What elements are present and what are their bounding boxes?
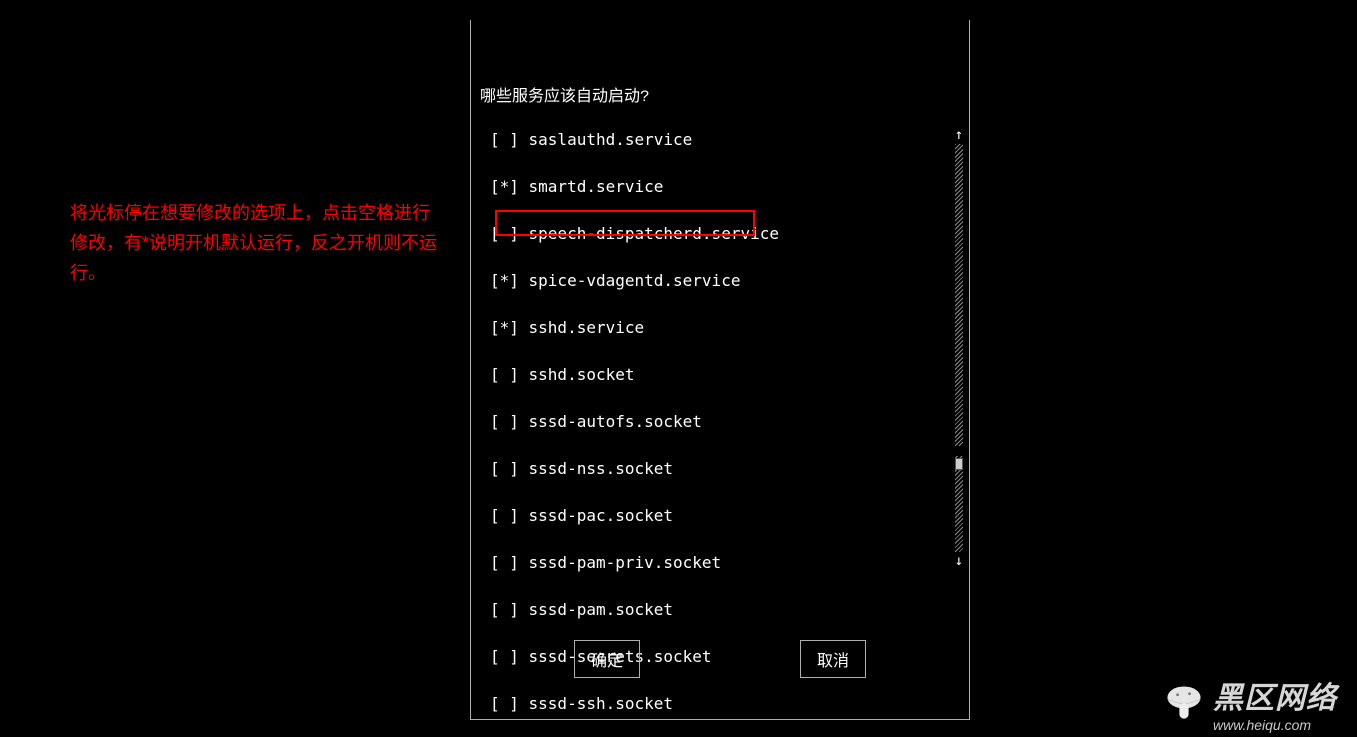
service-row[interactable]: [ ] sssd-pam-priv.socket (490, 551, 846, 575)
annotation-text: 将光标停在想要修改的选项上，点击空格进行修改，有*说明开机默认运行，反之开机则不… (70, 198, 440, 288)
service-row[interactable]: [ ] saslauthd.service (490, 128, 846, 152)
service-row[interactable]: [ ] speech-dispatcherd.service (490, 222, 846, 246)
service-row[interactable]: [*] sshd.service (490, 316, 846, 340)
service-row[interactable]: [ ] sssd-autofs.socket (490, 410, 846, 434)
ok-button[interactable]: 确定 (574, 640, 640, 678)
scrollbar[interactable]: ↑ ↓ (955, 128, 963, 568)
cancel-button[interactable]: 取消 (800, 640, 866, 678)
watermark-main: 黑区网络 (1213, 673, 1337, 717)
service-row[interactable]: [ ] sssd-pam.socket (490, 598, 846, 622)
scrollbar-thumb[interactable] (955, 458, 963, 470)
scroll-up-arrow[interactable]: ↑ (955, 128, 963, 142)
service-row[interactable]: [ ] sssd-ssh.socket (490, 692, 846, 716)
service-row[interactable]: [*] spice-vdagentd.service (490, 269, 846, 293)
watermark-sub: www.heiqu.com (1213, 717, 1337, 733)
service-row[interactable]: [ ] sshd.socket (490, 363, 846, 387)
service-row[interactable]: [*] smartd.service (490, 175, 846, 199)
scrollbar-track[interactable] (955, 144, 963, 552)
scroll-down-arrow[interactable]: ↓ (955, 554, 963, 568)
mushroom-icon (1161, 680, 1207, 726)
service-row[interactable]: [ ] sssd-nss.socket (490, 457, 846, 481)
service-row[interactable]: [ ] sssd-pac.socket (490, 504, 846, 528)
dialog-prompt: 哪些服务应该自动启动? (480, 82, 650, 106)
watermark: 黑区网络 www.heiqu.com (1161, 673, 1337, 733)
